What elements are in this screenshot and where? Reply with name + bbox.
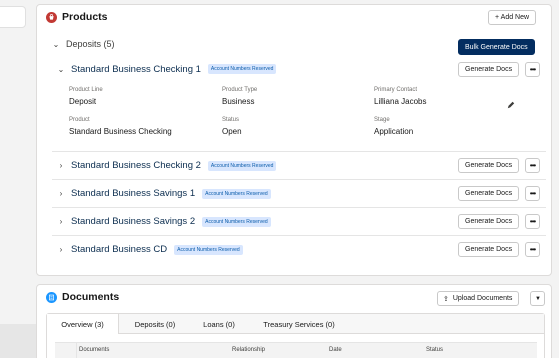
more-actions-button[interactable]: ••• (525, 62, 540, 77)
primary-contact-label: Primary Contact (374, 87, 418, 93)
chevron-right-icon: › (59, 217, 63, 226)
generate-docs-button[interactable]: Generate Docs (458, 158, 520, 173)
documents-tabs: Overview (3) Deposits (0) Loans (0) Trea… (46, 313, 545, 358)
documents-title: Documents (62, 291, 120, 303)
product-line-value: Deposit (69, 97, 97, 106)
chevron-right-icon: › (59, 161, 63, 170)
product-value: Standard Business Checking (69, 127, 172, 136)
caret-down-icon: ▼ (535, 295, 541, 302)
background-panel-lower (0, 324, 36, 358)
upload-options-button[interactable]: ▼ (530, 291, 545, 306)
products-header: Products (46, 11, 108, 23)
products-title: Products (62, 11, 108, 23)
product-name[interactable]: Standard Business Savings 2 (71, 216, 195, 227)
tab-deposits[interactable]: Deposits (0) (119, 314, 191, 334)
generate-docs-button[interactable]: Generate Docs (458, 242, 520, 257)
product-type-value: Business (222, 97, 255, 106)
background-panel (0, 6, 26, 28)
stage-label: Stage (374, 117, 390, 123)
status-label: Status (222, 117, 240, 123)
generate-docs-button[interactable]: Generate Docs (458, 186, 520, 201)
upload-icon: ⇪ (443, 295, 449, 303)
add-new-button[interactable]: + Add New (488, 10, 537, 25)
select-all-column[interactable] (55, 343, 77, 358)
product-name[interactable]: Standard Business Savings 1 (71, 188, 195, 199)
more-actions-button[interactable]: ••• (525, 214, 540, 229)
tab-treasury-services[interactable]: Treasury Services (0) (247, 314, 351, 334)
primary-contact-value[interactable]: Lilliana Jacobs (374, 97, 426, 106)
chevron-right-icon: › (59, 245, 63, 254)
status-value: Open (222, 127, 242, 136)
product-type-label: Product Type (222, 87, 258, 93)
chevron-right-icon: › (59, 189, 63, 198)
tab-loans[interactable]: Loans (0) (191, 314, 247, 334)
documents-header: Documents (46, 291, 119, 303)
documents-icon (46, 291, 57, 303)
table-header: Documents Relationship Date Status (55, 342, 537, 358)
chevron-down-icon: ⌄ (57, 64, 65, 74)
product-line-label: Product Line (69, 87, 103, 93)
status-badge: Account Numbers Reserved (202, 188, 271, 199)
upload-documents-label: Upload Documents (452, 295, 513, 302)
products-icon (46, 11, 57, 23)
more-actions-button[interactable]: ••• (525, 186, 540, 201)
deposits-section-toggle[interactable]: ⌄ Deposits (5) (52, 39, 115, 49)
chevron-down-icon: ⌄ (52, 39, 60, 49)
more-actions-button[interactable]: ••• (525, 158, 540, 173)
status-badge: Account Numbers Reserved (174, 244, 243, 255)
product-name[interactable]: Standard Business CD (71, 244, 167, 255)
column-relationship[interactable]: Relationship (232, 347, 265, 353)
tab-overview[interactable]: Overview (3) (47, 314, 119, 334)
deposits-label: Deposits (5) (66, 39, 115, 49)
product-name[interactable]: Standard Business Checking 2 (71, 160, 201, 171)
status-badge: Account Numbers Reserved (202, 216, 271, 227)
status-badge: Account Numbers Reserved (207, 160, 277, 171)
column-status[interactable]: Status (426, 347, 443, 353)
product-name[interactable]: Standard Business Checking 1 (71, 64, 201, 75)
column-documents[interactable]: Documents (79, 347, 109, 353)
pencil-icon[interactable] (507, 96, 515, 114)
products-card: Products + Add New ⌄ Deposits (5) Bulk G… (36, 4, 552, 276)
product-label: Product (69, 117, 90, 123)
status-badge: Account Numbers Reserved (207, 64, 277, 74)
generate-docs-button[interactable]: Generate Docs (458, 62, 520, 77)
generate-docs-button[interactable]: Generate Docs (458, 214, 520, 229)
stage-value: Application (374, 127, 414, 136)
upload-documents-button[interactable]: ⇪ Upload Documents (437, 291, 520, 306)
column-date[interactable]: Date (329, 347, 342, 353)
documents-card: Documents ⇪ Upload Documents ▼ Overview … (36, 284, 552, 358)
bulk-generate-docs-button[interactable]: Bulk Generate Docs (458, 39, 535, 55)
more-actions-button[interactable]: ••• (525, 242, 540, 257)
